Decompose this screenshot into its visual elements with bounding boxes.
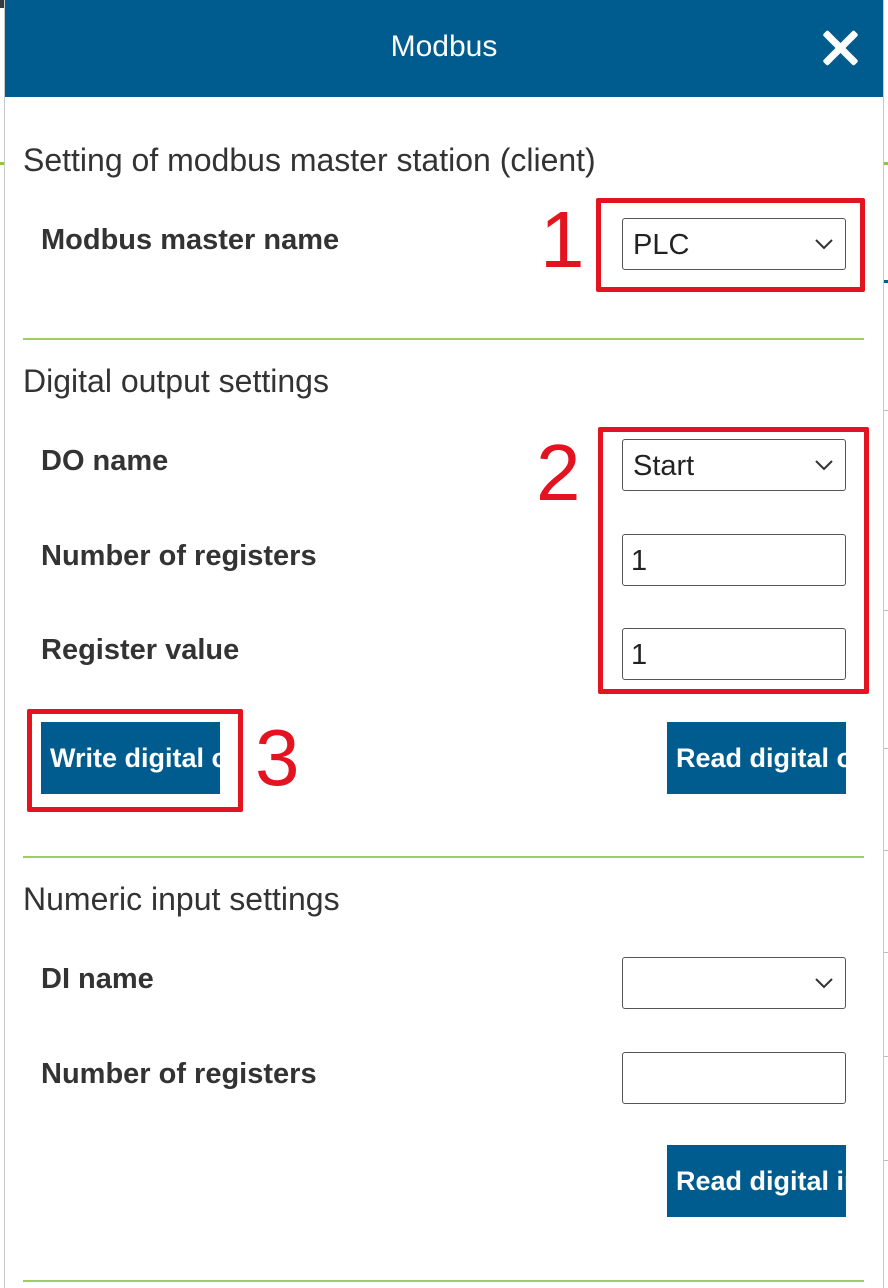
- annotation-number-3: 3: [255, 713, 300, 802]
- register-value-label: Register value: [41, 634, 240, 666]
- di-name-label: DI name: [41, 963, 154, 995]
- do-name-label: DO name: [41, 445, 169, 477]
- di-name-select[interactable]: [622, 957, 846, 1009]
- annotation-number-2: 2: [536, 428, 581, 517]
- section-divider: [23, 856, 864, 858]
- section-divider: [23, 1280, 864, 1282]
- annotation-box-1: [596, 198, 865, 292]
- do-section-title: Digital output settings: [23, 363, 329, 399]
- dialog-title: Modbus: [390, 30, 498, 63]
- ni-section-title: Numeric input settings: [23, 881, 340, 917]
- annotation-box-3: [27, 709, 243, 812]
- read-digital-input-button[interactable]: Read digital in: [667, 1145, 846, 1217]
- ni-num-registers-label: Number of registers: [41, 1058, 317, 1090]
- chevron-down-icon: [815, 978, 833, 989]
- do-num-registers-label: Number of registers: [41, 540, 317, 572]
- annotation-number-1: 1: [540, 195, 585, 284]
- master-name-label: Modbus master name: [41, 224, 340, 256]
- section-divider: [23, 338, 864, 340]
- dialog-header: Modbus: [5, 0, 883, 97]
- ni-num-registers-input[interactable]: [622, 1052, 846, 1104]
- close-icon[interactable]: [821, 28, 861, 68]
- annotation-box-2: [598, 427, 869, 694]
- master-section-title: Setting of modbus master station (client…: [23, 142, 596, 178]
- read-digital-output-button[interactable]: Read digital o: [667, 722, 846, 794]
